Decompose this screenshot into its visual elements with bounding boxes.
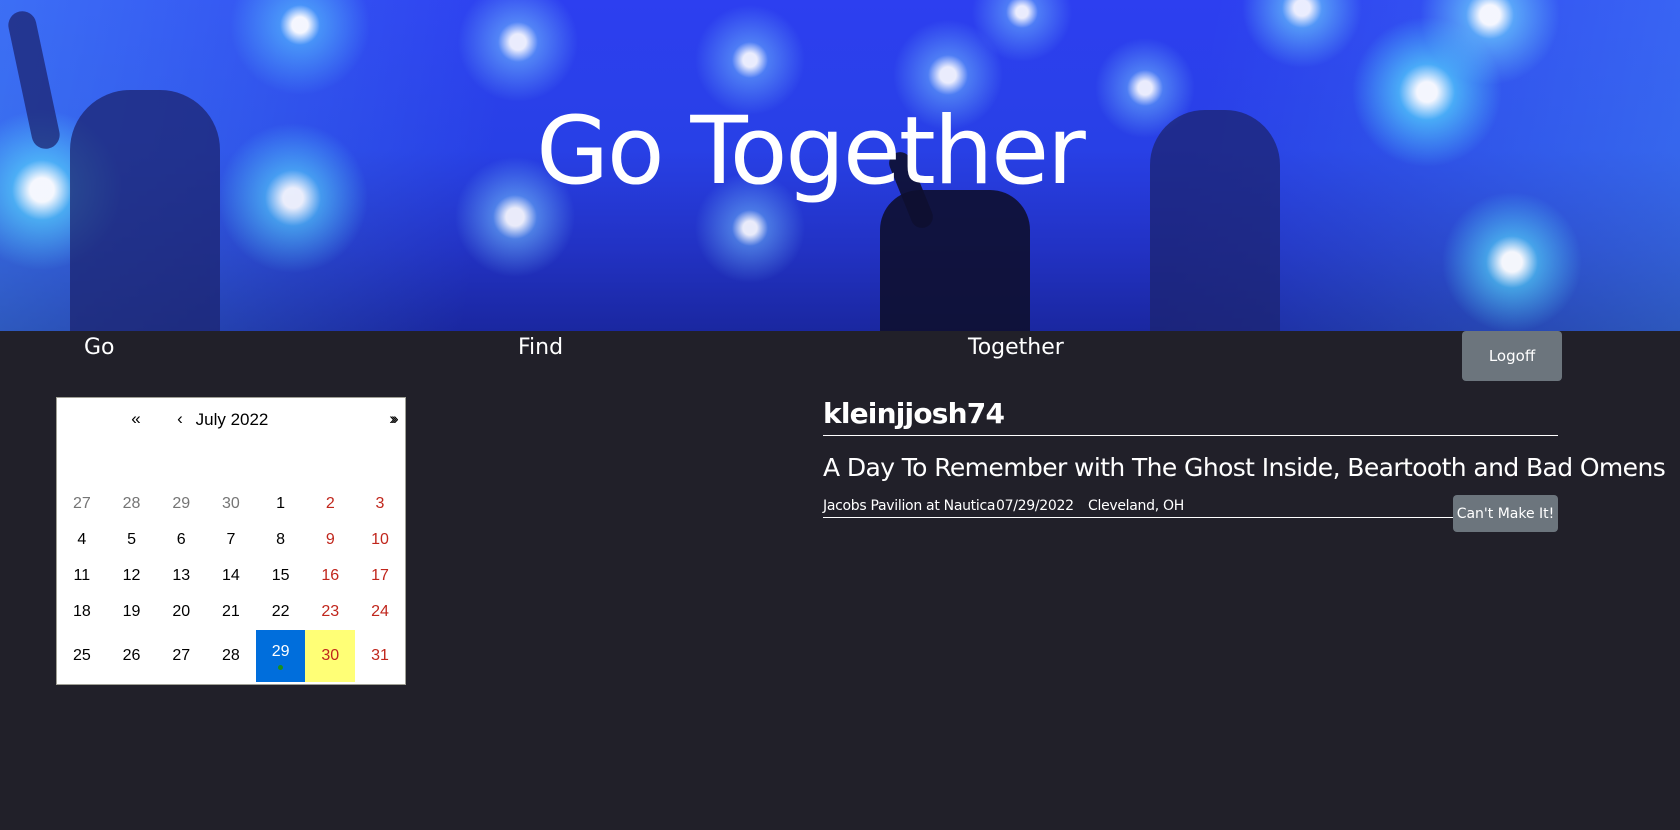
calendar-day-today[interactable]: 30 (305, 630, 356, 682)
username-divider (823, 435, 1558, 436)
hero-banner: Go Together (0, 0, 1680, 331)
calendar-day[interactable]: 5 (107, 522, 157, 558)
calendar-day[interactable]: 27 (57, 486, 107, 522)
calendar-day[interactable]: 28 (206, 630, 256, 682)
calendar-day[interactable]: 31 (355, 630, 405, 682)
calendar-day[interactable]: 12 (107, 558, 157, 594)
calendar-day-selected[interactable]: 29 (255, 630, 306, 682)
calendar-day[interactable]: 28 (107, 486, 157, 522)
calendar-day[interactable]: 25 (57, 630, 107, 682)
calendar-days-grid: 27 28 29 30 1 2 3 4 5 6 7 8 9 10 11 12 1… (57, 486, 405, 682)
calendar-day[interactable]: 27 (156, 630, 206, 682)
nav-link-go[interactable]: Go (84, 335, 115, 360)
calendar-navigation: « ‹ July 2022 › » (57, 398, 405, 442)
calendar-day[interactable]: 23 (305, 594, 355, 630)
calendar-day[interactable]: 9 (305, 522, 355, 558)
calendar-day[interactable]: 13 (156, 558, 206, 594)
calendar-day[interactable]: 3 (355, 486, 405, 522)
calendar-day[interactable]: 4 (57, 522, 107, 558)
calendar-day[interactable]: 6 (156, 522, 206, 558)
calendar-day[interactable]: 16 (305, 558, 355, 594)
hero-title: Go Together (536, 97, 1086, 206)
calendar-month-label[interactable]: July 2022 (167, 410, 297, 430)
event-title[interactable]: A Day To Remember with The Ghost Inside,… (823, 453, 1666, 482)
calendar: « ‹ July 2022 › » 27 28 29 30 1 2 3 4 5 … (56, 397, 406, 685)
event-location: Cleveland, OH (1088, 498, 1184, 514)
calendar-day[interactable]: 30 (206, 486, 256, 522)
calendar-day[interactable]: 17 (355, 558, 405, 594)
calendar-day[interactable]: 18 (57, 594, 107, 630)
cant-make-it-button[interactable]: Can't Make It! (1453, 495, 1558, 532)
calendar-day[interactable]: 11 (57, 558, 107, 594)
calendar-day[interactable]: 26 (107, 630, 157, 682)
event-divider (823, 517, 1453, 518)
calendar-day-selected-label: 29 (271, 642, 290, 660)
calendar-day[interactable]: 8 (256, 522, 306, 558)
calendar-day[interactable]: 14 (206, 558, 256, 594)
crowd-hand-silhouette (880, 190, 1030, 331)
calendar-day[interactable]: 15 (256, 558, 306, 594)
calendar-day[interactable]: 1 (256, 486, 306, 522)
profile-username: kleinjjosh74 (823, 397, 1005, 430)
calendar-day[interactable]: 20 (156, 594, 206, 630)
calendar-day[interactable]: 2 (305, 486, 355, 522)
event-date: 07/29/2022 (996, 498, 1074, 514)
event-dot-icon (278, 664, 284, 670)
nav-link-together[interactable]: Together (968, 335, 1064, 360)
calendar-day[interactable]: 22 (256, 594, 306, 630)
event-venue: Jacobs Pavilion at Nautica (823, 498, 996, 514)
calendar-day[interactable]: 24 (355, 594, 405, 630)
calendar-day[interactable]: 7 (206, 522, 256, 558)
calendar-day[interactable]: 29 (156, 486, 206, 522)
nav-link-find[interactable]: Find (518, 335, 563, 360)
calendar-day[interactable]: 10 (355, 522, 405, 558)
prev-year-button[interactable]: « (121, 409, 151, 429)
calendar-day[interactable]: 19 (107, 594, 157, 630)
next-year-button[interactable]: » (379, 409, 409, 429)
logoff-button[interactable]: Logoff (1462, 331, 1562, 381)
calendar-day[interactable]: 21 (206, 594, 256, 630)
